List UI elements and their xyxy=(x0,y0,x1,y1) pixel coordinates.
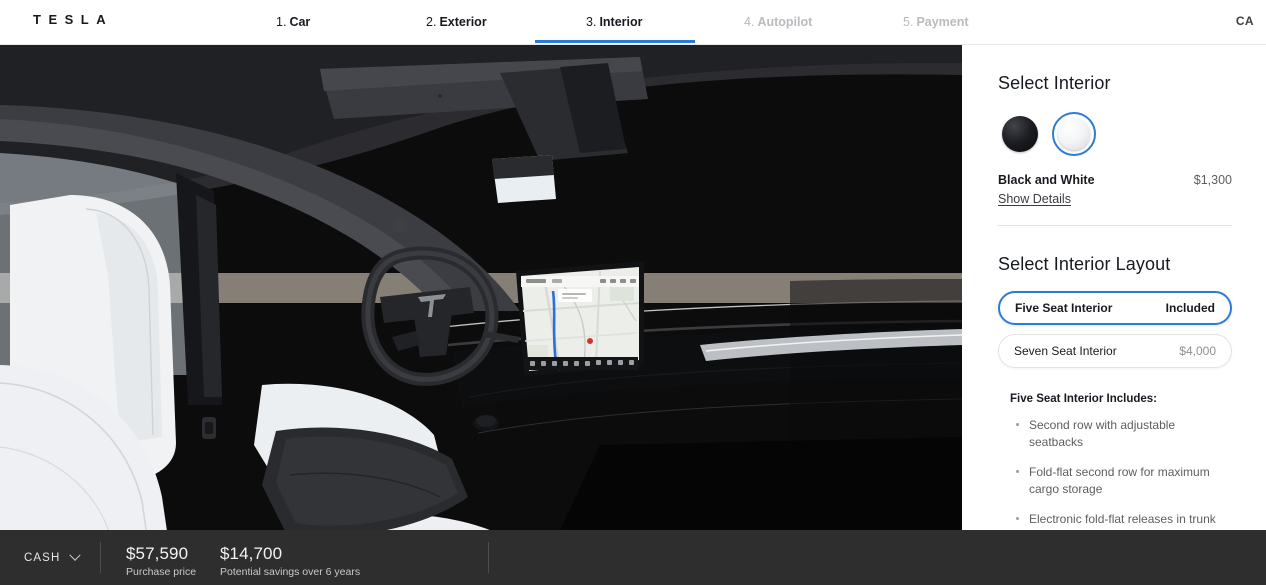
interior-layout-options: Five Seat Interior Included Seven Seat I… xyxy=(998,291,1232,369)
interior-photo xyxy=(0,45,962,530)
layout-option-price: Included xyxy=(1165,301,1215,316)
chevron-down-icon xyxy=(69,549,82,561)
vehicle-preview-stage[interactable] xyxy=(0,45,962,530)
bottom-divider-left xyxy=(100,542,101,573)
savings-block: $14,700 Potential savings over 6 years xyxy=(220,544,360,579)
purchase-price-label: Purchase price xyxy=(126,566,197,578)
payment-method-label: CASH xyxy=(24,551,61,564)
white-interior-swatch[interactable] xyxy=(1052,111,1096,156)
bottom-divider-right xyxy=(488,542,489,573)
black-interior-swatch[interactable] xyxy=(998,112,1042,156)
list-item: Second row with adjustable seatbacks xyxy=(1010,417,1232,451)
savings-value: $14,700 xyxy=(220,544,283,563)
list-item: Electronic fold-flat releases in trunk xyxy=(1010,511,1232,528)
step-label: Car xyxy=(289,14,311,29)
step-tab-exterior[interactable]: 2. Exterior xyxy=(426,0,487,44)
selected-interior-price: $1,300 xyxy=(1193,172,1232,187)
select-interior-layout-heading: Select Interior Layout xyxy=(998,253,1171,274)
swatch-color-chip xyxy=(1002,115,1038,152)
step-number: 2. xyxy=(426,14,437,29)
step-number: 1. xyxy=(276,14,287,29)
list-item: Fold-flat second row for maximum cargo s… xyxy=(1010,464,1232,498)
step-number: 3. xyxy=(586,14,597,29)
step-label: Autopilot xyxy=(757,14,813,29)
step-number: 4. xyxy=(744,14,755,29)
interior-swatch-row xyxy=(998,111,1232,156)
section-divider xyxy=(998,224,1232,226)
payment-method-dropdown[interactable]: CASH xyxy=(24,530,82,585)
step-label: Interior xyxy=(599,14,643,29)
layout-option-label: Seven Seat Interior xyxy=(1014,344,1117,359)
step-tab-interior[interactable]: 3. Interior xyxy=(586,0,643,44)
selected-interior-row: Black and White $1,300 xyxy=(998,173,1232,187)
step-number: 5. xyxy=(903,14,914,29)
selected-interior-name: Black and White xyxy=(998,172,1095,187)
select-interior-heading: Select Interior xyxy=(998,73,1111,93)
layout-option-five-seat[interactable]: Five Seat Interior Included xyxy=(998,291,1232,326)
bottom-summary-bar: CASH $57,590 Purchase price $14,700 Pote… xyxy=(0,530,1266,585)
active-step-indicator xyxy=(535,40,695,43)
configurator-panel: Select Interior Black and White $1,300 S… xyxy=(962,45,1266,530)
configurator-steps: 1. Car 2. Exterior 3. Interior 4. Autopi… xyxy=(0,0,1266,44)
includes-feature-list: Second row with adjustable seatbacks Fol… xyxy=(1010,417,1232,528)
includes-heading: Five Seat Interior Includes: xyxy=(1010,393,1157,406)
top-header: TESLA 1. Car 2. Exterior 3. Interior 4. … xyxy=(0,0,1266,45)
purchase-price-block: $57,590 Purchase price xyxy=(126,544,196,579)
step-tab-car[interactable]: 1. Car xyxy=(276,0,310,44)
layout-option-label: Five Seat Interior xyxy=(1015,301,1113,316)
purchase-price-value: $57,590 xyxy=(126,544,189,563)
swatch-color-chip xyxy=(1058,117,1090,150)
tesla-design-studio: TESLA 1. Car 2. Exterior 3. Interior 4. … xyxy=(0,0,1266,585)
step-tab-payment[interactable]: 5. Payment xyxy=(903,0,969,44)
step-label: Exterior xyxy=(439,14,487,29)
region-selector[interactable]: CA xyxy=(1236,14,1254,28)
savings-label: Potential savings over 6 years xyxy=(220,566,361,578)
step-label: Payment xyxy=(916,14,969,29)
interior-show-details-link[interactable]: Show Details xyxy=(998,192,1071,206)
step-tab-autopilot[interactable]: 4. Autopilot xyxy=(744,0,812,44)
layout-option-seven-seat[interactable]: Seven Seat Interior $4,000 xyxy=(998,334,1232,369)
layout-option-price: $4,000 xyxy=(1179,344,1216,359)
